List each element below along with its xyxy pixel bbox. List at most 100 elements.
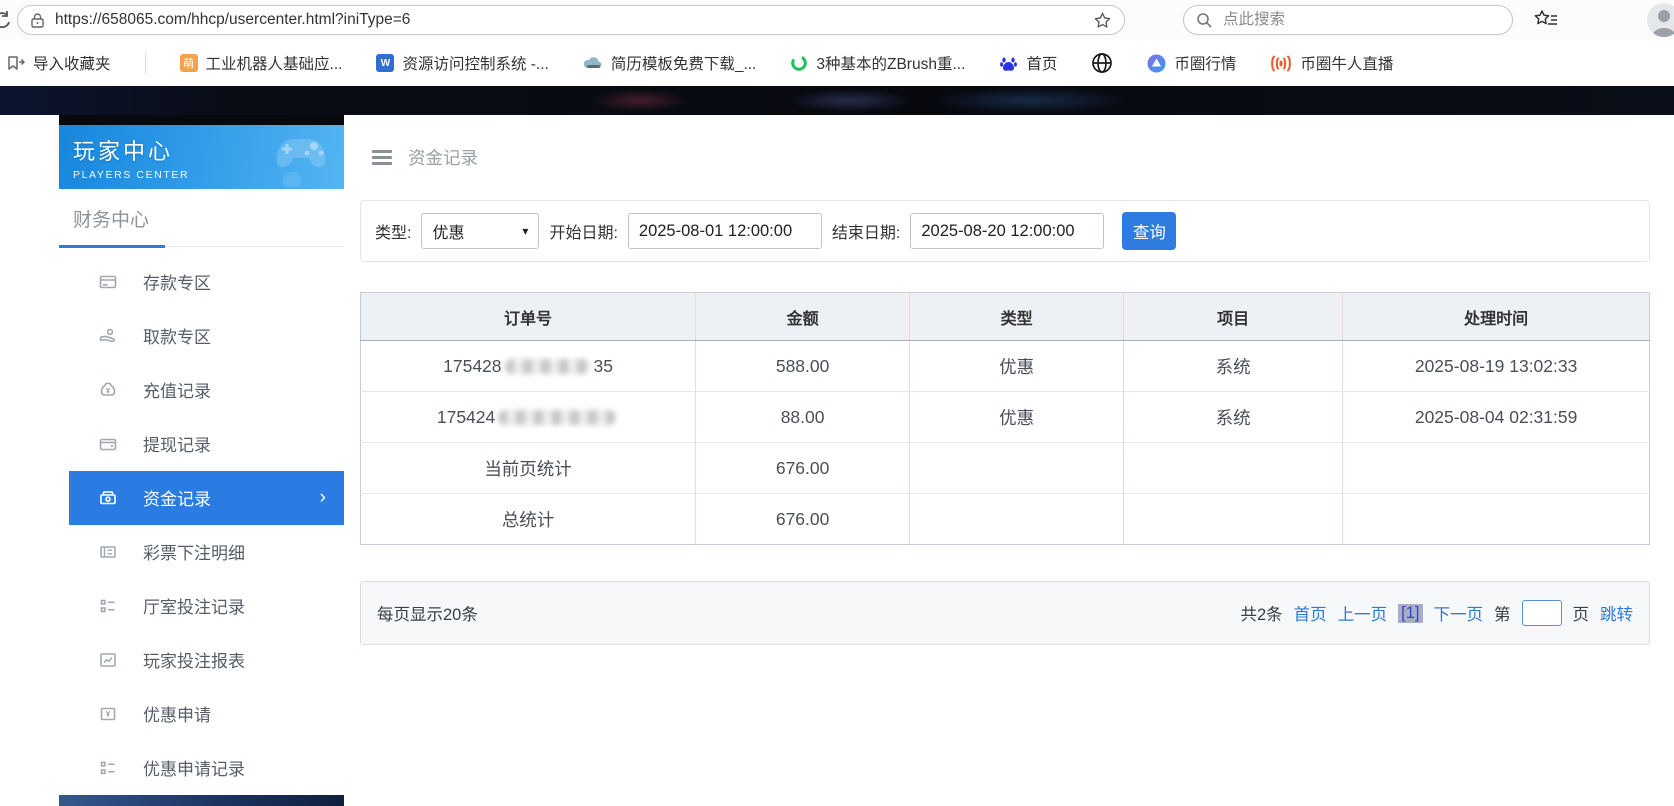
bookmark-import[interactable]: 导入收藏夹: [6, 52, 111, 74]
promo-apply-icon: [97, 704, 119, 724]
sidebar-item-funds-record[interactable]: 资金记录 ›: [69, 471, 344, 525]
triangle-drive-favicon: [1147, 54, 1166, 73]
type-select[interactable]: 优惠 ▾: [421, 213, 539, 249]
summary-label-cell: 总统计: [361, 494, 696, 545]
player-bet-report-icon: [97, 650, 119, 670]
amount-cell: 588.00: [696, 341, 910, 392]
type-select-value: 优惠: [432, 219, 464, 243]
sidebar-item-promo-apply[interactable]: 优惠申请 ›: [59, 687, 344, 741]
search-icon: [1196, 12, 1213, 29]
table-row: 175424 88.00 优惠 系统 2025-08-04 02:31:59: [361, 392, 1650, 443]
bookmark-item[interactable]: 3种基本的ZBrush重...: [790, 52, 965, 74]
bookmark-item[interactable]: 简历模板免费下载_...: [583, 52, 757, 74]
table-summary-row: 总统计 676.00: [361, 494, 1650, 545]
current-page: [1]: [1398, 604, 1422, 623]
sidebar-bottom-band: [59, 795, 344, 806]
prev-page-link[interactable]: 上一页: [1338, 601, 1388, 625]
table-summary-row: 当前页统计 676.00: [361, 443, 1650, 494]
sidebar-item-deposit[interactable]: 存款专区 ›: [59, 255, 344, 309]
type-label: 类型:: [375, 219, 411, 243]
sidebar-item-cashout-record[interactable]: 提现记录 ›: [59, 417, 344, 471]
import-bookmarks-icon: [6, 54, 25, 72]
type-cell: 优惠: [910, 392, 1124, 443]
search-input[interactable]: [1223, 11, 1500, 29]
sidebar-item-player-bet-report[interactable]: 玩家投注报表 ›: [59, 633, 344, 687]
bookmark-globe[interactable]: [1091, 52, 1113, 74]
chevron-right-icon: ›: [320, 487, 326, 509]
lottery-bet-detail-icon: [97, 542, 119, 562]
amount-cell: 88.00: [696, 392, 910, 443]
first-page-link[interactable]: 首页: [1294, 601, 1327, 625]
col-amount: 金额: [696, 293, 910, 341]
sidebar-item-label: 取款专区: [143, 323, 211, 348]
funds-table-wrap: 订单号 金额 类型 项目 处理时间 17542835 588.00 优惠 系统 …: [360, 292, 1650, 545]
sidebar-item-label: 资金记录: [143, 485, 211, 510]
sidebar: 玩家中心 PLAYERS CENTER 财务中心 存款专区 ›: [59, 115, 344, 806]
page-jump-input[interactable]: [1522, 600, 1562, 626]
gamepad-icon: [262, 129, 340, 187]
menu-toggle-icon[interactable]: [372, 150, 392, 165]
bookmarks-separator: [145, 52, 146, 74]
censored-blur: [498, 410, 616, 425]
hall-bet-record-icon: [97, 596, 119, 616]
favorites-list-icon[interactable]: [1533, 9, 1559, 31]
page-background-band: [0, 86, 1674, 115]
sidebar-item-label: 厅室投注记录: [143, 593, 245, 618]
live-stream-favicon: [1270, 54, 1292, 73]
end-date-input[interactable]: [910, 213, 1104, 249]
total-count: 共2条: [1240, 601, 1282, 625]
time-cell: 2025-08-04 02:31:59: [1343, 392, 1650, 443]
bookmark-label: 币圈牛人直播: [1300, 52, 1393, 74]
sidebar-item-lottery-bet-detail[interactable]: 彩票下注明细 ›: [59, 525, 344, 579]
jump-link[interactable]: 跳转: [1600, 601, 1633, 625]
page-background-left: [0, 115, 59, 806]
jump-label-post: 页: [1573, 601, 1590, 625]
sidebar-item-withdraw[interactable]: 取款专区 ›: [59, 309, 344, 363]
table-row: 17542835 588.00 优惠 系统 2025-08-19 13:02:3…: [361, 341, 1650, 392]
reload-icon[interactable]: [0, 8, 11, 32]
type-cell: 优惠: [910, 341, 1124, 392]
profile-avatar[interactable]: [1647, 3, 1674, 37]
search-box[interactable]: [1183, 5, 1513, 35]
bookmarks-bar: 导入收藏夹 萌 工业机器人基础应... W 资源访问控制系统 -... 简历模板…: [0, 40, 1674, 86]
per-page-label: 每页显示20条: [377, 601, 478, 625]
bookmark-item[interactable]: 首页: [999, 52, 1057, 74]
funds-table: 订单号 金额 类型 项目 处理时间 17542835 588.00 优惠 系统 …: [360, 292, 1650, 545]
sidebar-item-label: 玩家投注报表: [143, 647, 245, 672]
pagination-bar: 每页显示20条 共2条 首页 上一页 [1] 下一页 第 页 跳转: [360, 581, 1650, 645]
sidebar-brand: 玩家中心 PLAYERS CENTER: [59, 125, 344, 189]
bookmark-item[interactable]: 萌 工业机器人基础应...: [180, 52, 343, 74]
meng-favicon: 萌: [180, 54, 198, 72]
bookmark-label: 简历模板免费下载_...: [611, 52, 757, 74]
baidu-paw-favicon: [999, 54, 1018, 73]
end-date-label: 结束日期:: [832, 219, 900, 243]
address-bar[interactable]: [17, 5, 1125, 35]
doc-favicon: W: [376, 54, 394, 72]
site-lock-icon: [30, 12, 45, 29]
query-button[interactable]: 查询: [1122, 212, 1176, 250]
bookmark-label: 导入收藏夹: [33, 52, 111, 74]
start-date-label: 开始日期:: [549, 219, 617, 243]
funds-record-icon: [97, 488, 119, 508]
col-order-id: 订单号: [361, 293, 696, 341]
sidebar-item-hall-bet-record[interactable]: 厅室投注记录 ›: [59, 579, 344, 633]
sidebar-top-gap: [59, 115, 344, 125]
amount-cell: 676.00: [696, 443, 910, 494]
bookmark-item[interactable]: 币圈牛人直播: [1270, 52, 1393, 74]
start-date-input[interactable]: [628, 213, 822, 249]
item-cell: 系统: [1124, 392, 1343, 443]
next-page-link[interactable]: 下一页: [1434, 601, 1484, 625]
url-input[interactable]: [55, 11, 1093, 29]
summary-label-cell: 当前页统计: [361, 443, 696, 494]
item-cell: 系统: [1124, 341, 1343, 392]
browser-toolbar: [0, 0, 1674, 40]
bookmark-item[interactable]: W 资源访问控制系统 -...: [376, 52, 548, 74]
withdraw-icon: [97, 326, 119, 346]
bookmark-star-icon[interactable]: [1093, 11, 1112, 30]
order-id-cell: 17542835: [361, 341, 696, 392]
sidebar-item-promo-apply-record[interactable]: 优惠申请记录 ›: [59, 741, 344, 795]
bookmark-item[interactable]: 币圈行情: [1147, 52, 1236, 74]
censored-blur: [505, 359, 591, 374]
amount-cell: 676.00: [696, 494, 910, 545]
sidebar-item-recharge-record[interactable]: 充值记录 ›: [59, 363, 344, 417]
